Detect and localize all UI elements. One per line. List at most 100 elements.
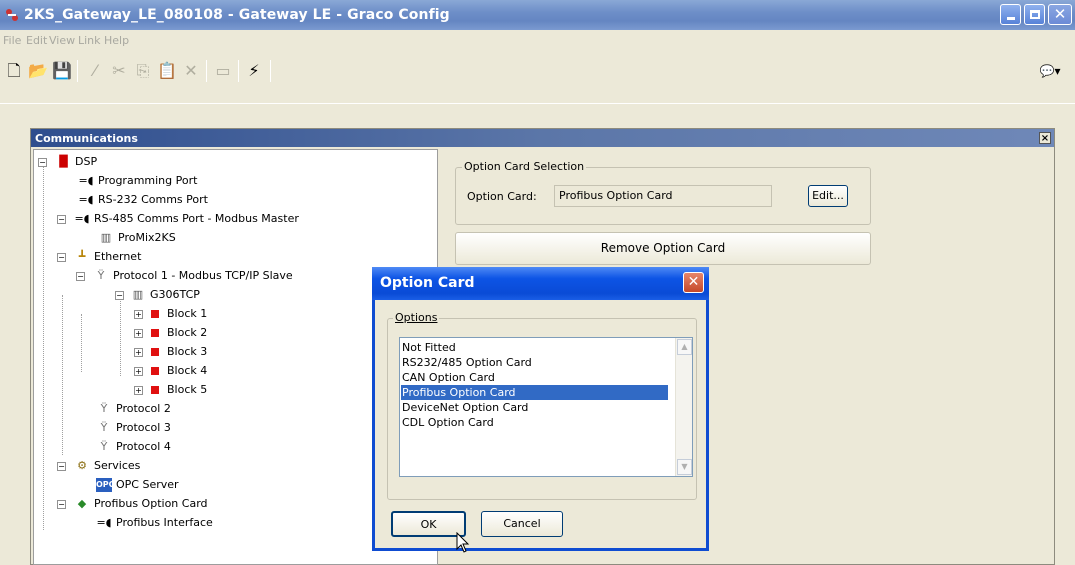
tree-item-services[interactable]: − ⚙ Services	[57, 457, 140, 475]
help-dropdown-icon[interactable]: 💬▾	[1030, 58, 1070, 84]
toolbar: 🗋 📂 💾 ⁄ ✂ ⎘ 📋 ✕ ▭ ⚡ 💬▾	[0, 52, 1075, 104]
menu-view[interactable]: View	[49, 34, 75, 47]
option-card-value: Profibus Option Card	[554, 185, 772, 207]
list-item-selected[interactable]: Profibus Option Card	[401, 385, 668, 400]
services-gear-icon: ⚙	[77, 459, 87, 472]
expand-icon[interactable]: +	[134, 367, 143, 376]
list-item[interactable]: DeviceNet Option Card	[401, 400, 668, 415]
tree-item-rs485[interactable]: − =◖ RS-485 Comms Port - Modbus Master	[57, 210, 299, 228]
dialog-close-icon[interactable]: ✕	[683, 272, 704, 293]
cut-icon[interactable]: ✂	[108, 58, 130, 84]
expand-icon[interactable]: +	[134, 386, 143, 395]
tree-item-dsp[interactable]: − ▐▌ DSP	[38, 153, 97, 171]
tree-item-profibus-option-card[interactable]: − ◆ Profibus Option Card	[57, 495, 208, 513]
collapse-icon[interactable]: −	[57, 462, 66, 471]
app-icon	[6, 9, 18, 21]
tree-item-block-3[interactable]: + Block 3	[134, 343, 207, 361]
save-icon[interactable]: 💾	[51, 58, 73, 84]
list-item[interactable]: CAN Option Card	[401, 370, 668, 385]
window-title: 2KS_Gateway_LE_080108 - Gateway LE - Gra…	[24, 7, 450, 23]
scroll-down-icon[interactable]: ▼	[677, 459, 692, 475]
menu-file[interactable]: File	[3, 34, 21, 47]
edit-button[interactable]: Edit...	[808, 185, 848, 207]
menu-edit[interactable]: Edit	[26, 34, 47, 47]
tree-item-programming-port[interactable]: =◖ Programming Port	[78, 172, 197, 190]
close-button[interactable]: ✕	[1048, 4, 1072, 25]
block-icon	[151, 329, 159, 337]
option-card-selection-group: Option Card Selection Option Card: Profi…	[455, 160, 871, 225]
tree-item-block-1[interactable]: + Block 1	[134, 305, 207, 323]
dsp-icon: ▐▌	[55, 155, 72, 168]
block-icon	[151, 367, 159, 375]
paste-icon[interactable]: 📋	[156, 58, 178, 84]
expand-icon[interactable]: +	[134, 329, 143, 338]
tree-item-block-4[interactable]: + Block 4	[134, 362, 207, 380]
tree-item-promix2ks[interactable]: ▥ ProMix2KS	[98, 229, 176, 247]
block-icon	[151, 348, 159, 356]
edit-pencil-icon[interactable]: ⁄	[84, 58, 106, 84]
scroll-up-icon[interactable]: ▲	[677, 339, 692, 355]
protocol-icon: Ÿ	[97, 269, 105, 282]
protocol-icon: Ÿ	[100, 402, 108, 415]
minimize-button[interactable]	[1000, 4, 1021, 25]
cancel-button[interactable]: Cancel	[481, 511, 563, 537]
copy-icon[interactable]: ⎘	[132, 58, 154, 84]
port-icon: =◖	[74, 212, 90, 225]
device-icon: ▥	[100, 231, 112, 244]
group-legend: Option Card Selection	[462, 160, 587, 173]
dialog-title: Option Card	[380, 275, 475, 291]
options-legend: Options	[393, 311, 440, 324]
delete-icon[interactable]: ✕	[180, 58, 202, 84]
collapse-icon[interactable]: −	[57, 253, 66, 262]
collapse-icon[interactable]: −	[57, 500, 66, 509]
dialog-title-bar: Option Card ✕	[372, 267, 709, 300]
device-icon: ▥	[132, 288, 144, 301]
protocol-icon: Ÿ	[100, 440, 108, 453]
menu-link[interactable]: Link	[78, 34, 101, 47]
toolbar-separator	[77, 60, 78, 82]
collapse-icon[interactable]: −	[57, 215, 66, 224]
listbox-scrollbar[interactable]: ▲ ▼	[675, 338, 692, 476]
panel-title: Communications	[35, 132, 138, 145]
option-card-label: Option Card:	[467, 190, 537, 203]
tree-item-opc-server[interactable]: OPCOPC Server	[96, 476, 179, 494]
tree-item-ethernet[interactable]: − ┻ Ethernet	[57, 248, 141, 266]
collapse-icon[interactable]: −	[76, 272, 85, 281]
flash-icon[interactable]: ⚡	[243, 58, 265, 84]
port-icon: =◖	[96, 516, 112, 529]
panel-close-icon[interactable]: ×	[1039, 132, 1051, 144]
tree-item-protocol-1[interactable]: − Ÿ Protocol 1 - Modbus TCP/IP Slave	[76, 267, 293, 285]
expand-icon[interactable]: +	[134, 348, 143, 357]
option-card-dialog: Option Card ✕ Options Not Fitted RS232/4…	[372, 267, 709, 551]
ok-button[interactable]: OK	[391, 511, 466, 537]
tree-line	[43, 162, 44, 530]
open-folder-icon[interactable]: 📂	[27, 58, 49, 84]
rename-icon[interactable]: ▭	[212, 58, 234, 84]
maximize-button[interactable]	[1024, 4, 1045, 25]
tree-item-g306tcp[interactable]: − ▥ G306TCP	[115, 286, 200, 304]
toolbar-separator	[270, 60, 271, 82]
block-icon	[151, 386, 159, 394]
new-file-icon[interactable]: 🗋	[3, 58, 25, 84]
collapse-icon[interactable]: −	[38, 158, 47, 167]
list-item[interactable]: Not Fitted	[401, 340, 668, 355]
tree-item-protocol-3[interactable]: Ÿ Protocol 3	[96, 419, 171, 437]
tree-item-block-2[interactable]: + Block 2	[134, 324, 207, 342]
tree-line	[81, 314, 82, 372]
list-item[interactable]: CDL Option Card	[401, 415, 668, 430]
toolbar-separator	[206, 60, 207, 82]
tree-item-protocol-2[interactable]: Ÿ Protocol 2	[96, 400, 171, 418]
panel-header: Communications ×	[31, 129, 1054, 147]
tree-item-block-5[interactable]: + Block 5	[134, 381, 207, 399]
tree-item-profibus-interface[interactable]: =◖ Profibus Interface	[96, 514, 212, 532]
list-item[interactable]: RS232/485 Option Card	[401, 355, 668, 370]
collapse-icon[interactable]: −	[115, 291, 124, 300]
mouse-cursor-icon	[456, 532, 470, 553]
protocol-icon: Ÿ	[100, 421, 108, 434]
tree-item-rs232[interactable]: =◖ RS-232 Comms Port	[78, 191, 207, 209]
remove-option-card-button[interactable]: Remove Option Card	[455, 232, 871, 265]
menu-help[interactable]: Help	[104, 34, 129, 47]
expand-icon[interactable]: +	[134, 310, 143, 319]
tree-item-protocol-4[interactable]: Ÿ Protocol 4	[96, 438, 171, 456]
options-listbox[interactable]: Not Fitted RS232/485 Option Card CAN Opt…	[399, 337, 693, 477]
